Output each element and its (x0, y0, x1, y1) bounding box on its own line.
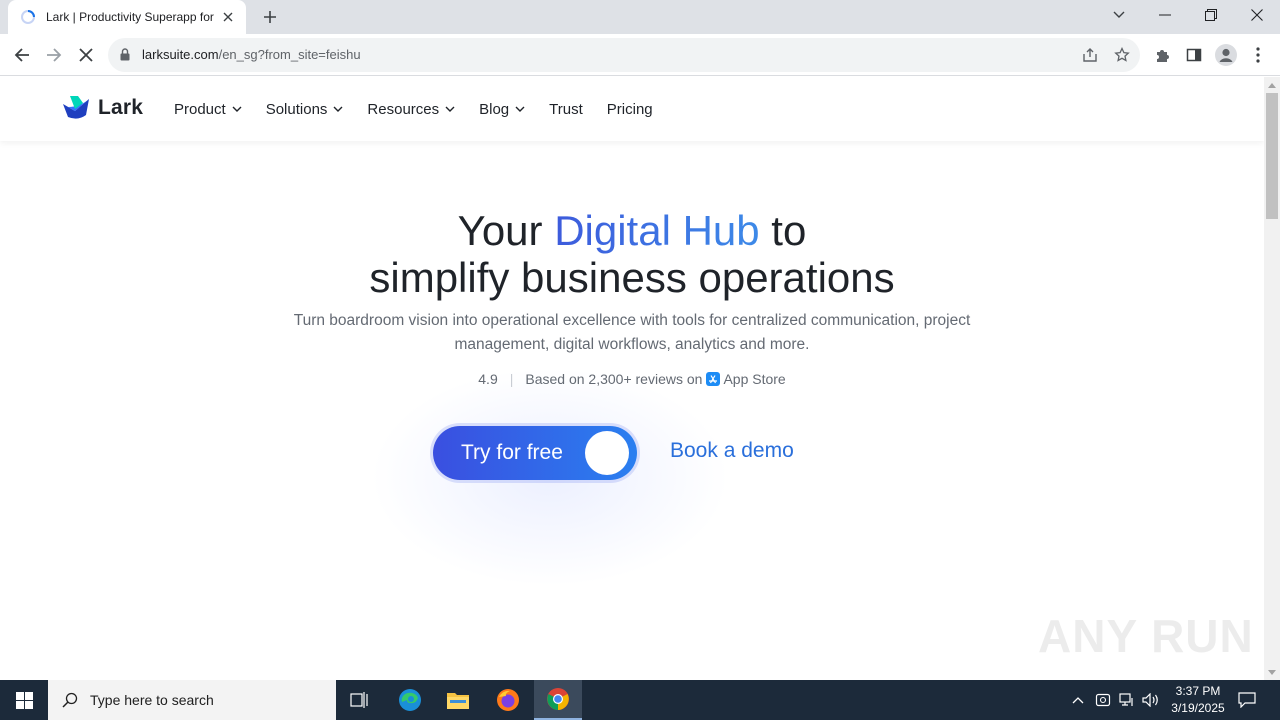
bookmark-star-icon[interactable] (1112, 45, 1132, 65)
url-host: larksuite.com (142, 47, 219, 62)
windows-start-icon[interactable] (0, 680, 48, 720)
hero-title-suffix: to (759, 207, 807, 254)
back-arrow-icon[interactable] (6, 39, 38, 71)
lark-logo-icon (63, 96, 89, 119)
rating-row: 4.9 | Based on 2,300+ reviews on App Sto… (0, 371, 1264, 387)
nav-item-resources[interactable]: Resources (367, 101, 455, 118)
nav-item-trust[interactable]: Trust (549, 101, 583, 118)
nav-label: Pricing (606, 100, 653, 118)
search-placeholder: Type here to search (90, 692, 214, 708)
chrome-browser-icon[interactable] (534, 680, 582, 720)
address-bar[interactable]: larksuite.com/en_sg?from_site=feishu (108, 38, 1140, 72)
lark-logo[interactable]: Lark (62, 95, 143, 121)
nav-label: Product (174, 100, 226, 118)
firefox-icon[interactable] (484, 680, 532, 720)
clock-time: 3:37 PM (1175, 684, 1221, 698)
scroll-thumb[interactable] (1266, 93, 1278, 219)
chevron-down-icon (445, 106, 455, 112)
profile-avatar-icon[interactable] (1210, 39, 1242, 71)
page-viewport: Lark Product Solutions Resources Blog Tr… (0, 77, 1264, 680)
hero-title-prefix: Your (457, 207, 555, 254)
url-text[interactable]: larksuite.com/en_sg?from_site=feishu (142, 47, 361, 62)
book-demo-link[interactable]: Book a demo (670, 439, 794, 463)
anyrun-watermark: ANY RUN (1038, 609, 1254, 663)
loading-favicon-icon (21, 10, 35, 24)
taskbar-search-box[interactable]: Type here to search (48, 680, 336, 720)
network-icon[interactable] (1116, 680, 1138, 720)
scroll-up-arrow-icon[interactable] (1264, 77, 1280, 93)
nav-label: Resources (367, 100, 440, 118)
forward-arrow-icon[interactable] (38, 39, 70, 71)
minimize-icon[interactable] (1142, 0, 1188, 30)
logo-text: Lark (98, 96, 144, 119)
taskbar-clock[interactable]: 3:37 PM 3/19/2025 (1160, 683, 1236, 717)
windows-taskbar: Type here to search 3:37 PM 3/19/2025 (0, 680, 1280, 720)
scroll-down-arrow-icon[interactable] (1264, 664, 1280, 680)
toggle-knob (585, 431, 629, 475)
browser-toolbar: larksuite.com/en_sg?from_site=feishu (0, 34, 1280, 76)
main-nav: Product Solutions Resources Blog Trust P… (174, 77, 677, 141)
edge-browser-icon[interactable] (386, 680, 434, 720)
file-explorer-icon[interactable] (434, 680, 482, 720)
clock-date: 3/19/2025 (1171, 701, 1225, 715)
browser-tabstrip: Lark | Productivity Superapp for (0, 0, 1280, 34)
meet-now-icon[interactable] (1092, 680, 1114, 720)
try-for-free-button[interactable]: Try for free (433, 426, 637, 480)
restore-icon[interactable] (1188, 0, 1234, 30)
search-icon (62, 692, 78, 708)
lock-icon[interactable] (120, 48, 130, 61)
side-panel-icon[interactable] (1178, 39, 1210, 71)
tab-close-icon[interactable] (220, 9, 236, 25)
task-view-icon[interactable] (336, 680, 384, 720)
nav-item-blog[interactable]: Blog (479, 101, 525, 118)
page-scrollbar[interactable] (1264, 77, 1280, 680)
new-tab-icon[interactable] (258, 6, 282, 28)
tab-title: Lark | Productivity Superapp for (46, 10, 214, 24)
chevron-down-icon (232, 106, 242, 112)
nav-label: Blog (479, 100, 510, 118)
site-header: Lark Product Solutions Resources Blog Tr… (0, 77, 1264, 141)
watermark-text: ANY RUN (1038, 610, 1254, 662)
hero-subtitle: Turn boardroom vision into operational e… (293, 312, 971, 353)
chevron-down-icon (333, 106, 343, 112)
stop-loading-icon[interactable] (70, 39, 102, 71)
share-icon[interactable] (1080, 45, 1100, 65)
tray-chevron-up-icon[interactable] (1068, 680, 1088, 720)
rating-store: App Store (723, 371, 786, 387)
extensions-puzzle-icon[interactable] (1146, 39, 1178, 71)
nav-item-product[interactable]: Product (174, 101, 242, 118)
hero-title-highlight: Digital Hub (554, 207, 760, 254)
app-store-icon (706, 372, 721, 386)
nav-item-pricing[interactable]: Pricing (607, 101, 653, 118)
tab-search-chevron-icon[interactable] (1096, 0, 1142, 30)
chrome-menu-icon[interactable] (1242, 39, 1274, 71)
rating-text: Based on 2,300+ reviews on (525, 371, 703, 387)
hero-title-line1: Your Digital Hub to (0, 208, 1264, 254)
volume-icon[interactable] (1140, 680, 1162, 720)
notification-center-icon[interactable] (1236, 680, 1258, 720)
try-for-free-label: Try for free (461, 441, 563, 464)
rating-divider: | (509, 371, 514, 387)
browser-tab-active[interactable]: Lark | Productivity Superapp for (8, 0, 246, 34)
hero-title-line2: simplify business operations (369, 254, 895, 301)
close-window-icon[interactable] (1234, 0, 1280, 30)
chevron-down-icon (515, 106, 525, 112)
url-path: /en_sg?from_site=feishu (218, 47, 361, 62)
nav-label: Solutions (265, 100, 328, 118)
nav-label: Trust (549, 100, 583, 118)
rating-value: 4.9 (478, 371, 498, 387)
nav-item-solutions[interactable]: Solutions (266, 101, 344, 118)
